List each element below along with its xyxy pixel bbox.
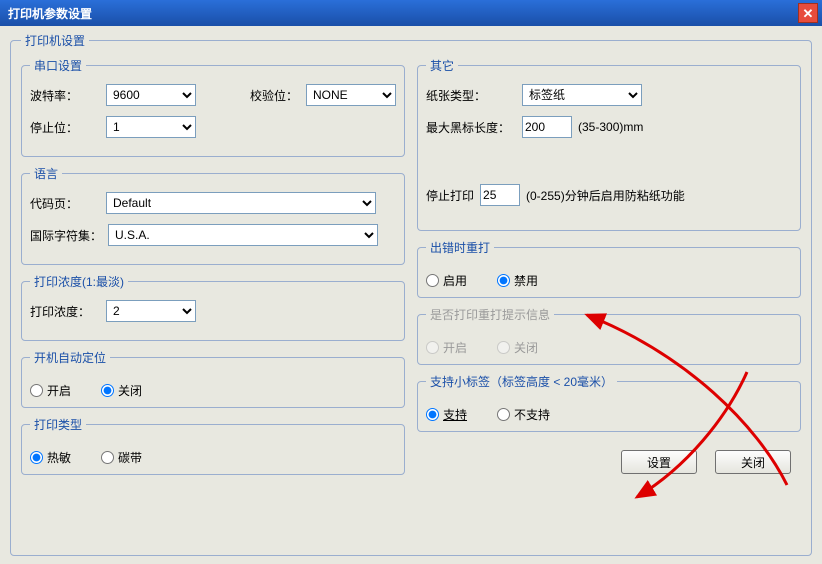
suggest-off: 关闭	[497, 339, 538, 356]
close-icon[interactable]: ✕	[798, 3, 818, 23]
other-group: 其它 纸张类型： 标签纸 最大黑标长度： (35-300)mm 停止打印 (0-…	[417, 57, 801, 231]
smalllabel-legend: 支持小标签（标签高度 < 20毫米）	[426, 373, 617, 390]
density-group: 打印浓度(1:最淡) 打印浓度： 2	[21, 273, 405, 341]
density-legend: 打印浓度(1:最淡)	[30, 273, 128, 290]
reprint-enable[interactable]: 启用	[426, 272, 467, 289]
close-button[interactable]: 关闭	[715, 450, 791, 474]
papertype-select[interactable]: 标签纸	[522, 84, 642, 106]
stopprint-input[interactable]	[480, 184, 520, 206]
printtype-thermal[interactable]: 热敏	[30, 449, 71, 466]
stop-label: 停止位：	[30, 119, 100, 136]
main-group-legend: 打印机设置	[21, 32, 89, 49]
printtype-legend: 打印类型	[30, 416, 86, 433]
reprint-disable[interactable]: 禁用	[497, 272, 538, 289]
baud-select[interactable]: 9600	[106, 84, 196, 106]
charset-label: 国际字符集：	[30, 227, 102, 244]
baud-label: 波特率：	[30, 87, 100, 104]
reprint-group: 出错时重打 启用 禁用	[417, 239, 801, 298]
stopprint-hint: (0-255)分钟后启用防粘纸功能	[526, 187, 685, 204]
window-title: 打印机参数设置	[8, 5, 92, 22]
parity-label: 校验位：	[250, 87, 300, 104]
client-area: 打印机设置 串口设置 波特率： 9600 校验位： NONE 停止位： 1 语言	[0, 26, 822, 564]
printer-settings-group: 打印机设置 串口设置 波特率： 9600 校验位： NONE 停止位： 1 语言	[10, 32, 812, 556]
language-legend: 语言	[30, 165, 62, 182]
maxblack-label: 最大黑标长度：	[426, 119, 516, 136]
charset-select[interactable]: U.S.A.	[108, 224, 378, 246]
maxblack-hint: (35-300)mm	[578, 120, 643, 134]
density-select[interactable]: 2	[106, 300, 196, 322]
printtype-ribbon[interactable]: 碳带	[101, 449, 142, 466]
smalllabel-nosupport[interactable]: 不支持	[497, 406, 550, 423]
papertype-label: 纸张类型：	[426, 87, 516, 104]
codepage-label: 代码页：	[30, 195, 100, 212]
set-button[interactable]: 设置	[621, 450, 697, 474]
autopos-on[interactable]: 开启	[30, 382, 71, 399]
smalllabel-support[interactable]: 支持	[426, 406, 467, 423]
autopos-group: 开机自动定位 开启 关闭	[21, 349, 405, 408]
stop-select[interactable]: 1	[106, 116, 196, 138]
autopos-legend: 开机自动定位	[30, 349, 110, 366]
titlebar: 打印机参数设置 ✕	[0, 0, 822, 26]
stopprint-label: 停止打印	[426, 187, 474, 204]
density-label: 打印浓度：	[30, 303, 100, 320]
reprint-legend: 出错时重打	[426, 239, 494, 256]
suggest-group: 是否打印重打提示信息 开启 关闭	[417, 306, 801, 365]
parity-select[interactable]: NONE	[306, 84, 396, 106]
suggest-legend: 是否打印重打提示信息	[426, 306, 554, 323]
maxblack-input[interactable]	[522, 116, 572, 138]
language-group: 语言 代码页： Default 国际字符集： U.S.A.	[21, 165, 405, 265]
printtype-group: 打印类型 热敏 碳带	[21, 416, 405, 475]
serial-group: 串口设置 波特率： 9600 校验位： NONE 停止位： 1	[21, 57, 405, 157]
autopos-off[interactable]: 关闭	[101, 382, 142, 399]
codepage-select[interactable]: Default	[106, 192, 376, 214]
serial-legend: 串口设置	[30, 57, 86, 74]
smalllabel-group: 支持小标签（标签高度 < 20毫米） 支持 不支持	[417, 373, 801, 432]
left-column: 串口设置 波特率： 9600 校验位： NONE 停止位： 1 语言 代码页： …	[21, 57, 405, 545]
suggest-on: 开启	[426, 339, 467, 356]
other-legend: 其它	[426, 57, 458, 74]
right-column: 其它 纸张类型： 标签纸 最大黑标长度： (35-300)mm 停止打印 (0-…	[417, 57, 801, 545]
